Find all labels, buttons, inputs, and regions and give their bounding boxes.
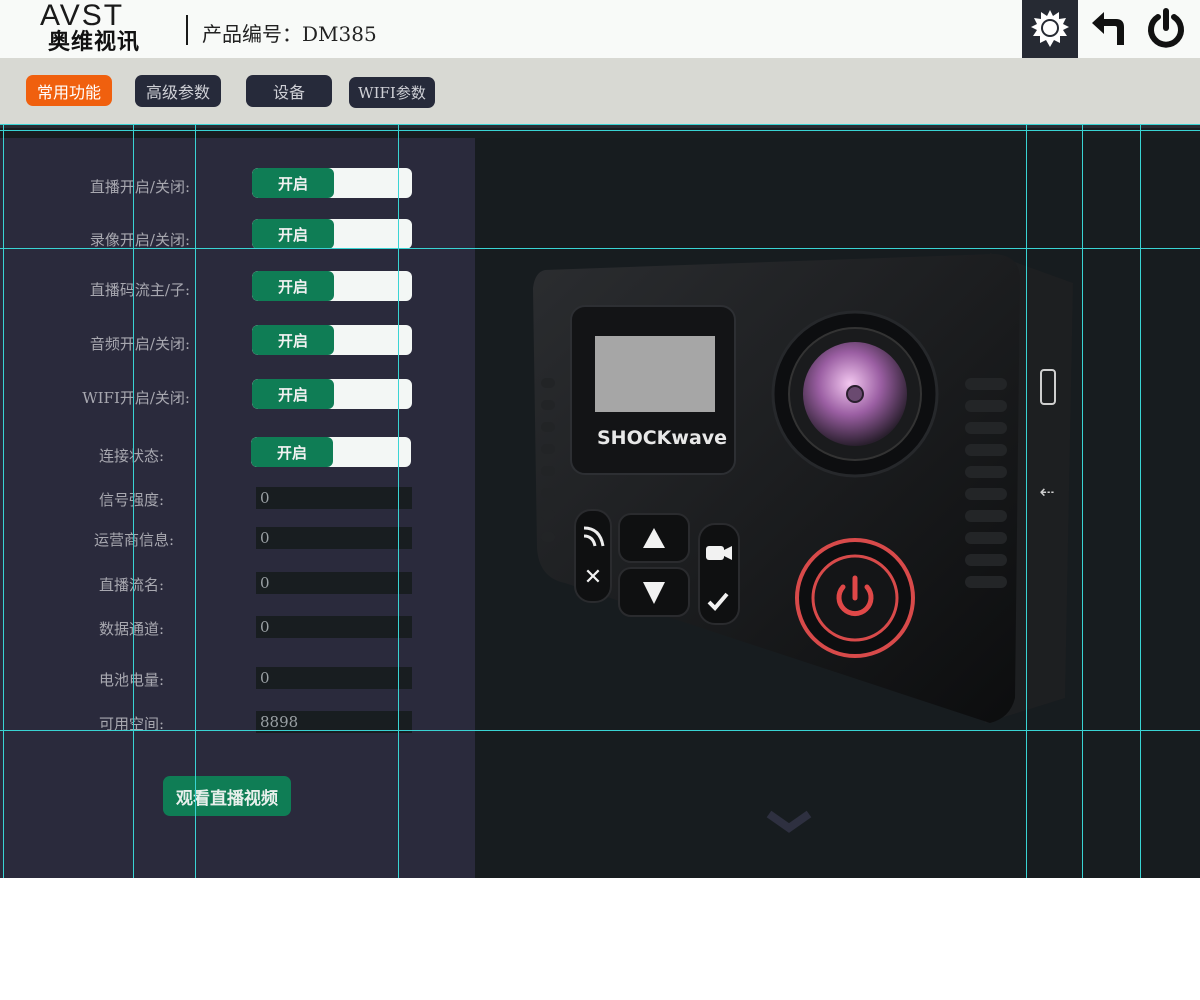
avst-logo: AVST 奥维视讯	[40, 0, 152, 56]
toggle-on-label: 开启	[252, 168, 334, 198]
guide-line	[0, 130, 1200, 131]
toggle-on-label: 开启	[252, 219, 334, 249]
field-label: 运营商信息:	[0, 529, 174, 550]
toggle-label: 录像开启/关闭:	[89, 231, 190, 249]
guide-line	[1026, 124, 1027, 878]
field-label: 数据通道:	[98, 620, 164, 638]
action-camera-image: SHOCKwave ✕ ⇠	[533, 253, 1073, 833]
field-label: 信号强度:	[98, 491, 164, 509]
camera-brand-text: SHOCKwave	[597, 427, 727, 449]
logo-text: AVST	[40, 0, 125, 32]
logo-subtext: 奥维视讯	[48, 30, 141, 55]
watch-live-button[interactable]: 观看直播视频	[163, 776, 291, 816]
signal-strength-field: 0	[256, 487, 412, 509]
product-number-label: 产品编号：DM385	[202, 22, 377, 46]
back-button[interactable]	[1080, 0, 1136, 58]
main-content: 直播开启/关闭: 开启 录像开启/关闭: 开启 直播码流主/子: 开启 音频开启…	[0, 124, 1200, 878]
guide-line	[3, 124, 4, 878]
toggle-label: 连接状态:	[98, 447, 164, 465]
guide-line	[0, 248, 1200, 249]
back-arrow-icon	[1092, 12, 1124, 45]
battery-level-field: 0	[256, 667, 412, 689]
tab-common-functions[interactable]: 常用功能	[26, 75, 112, 106]
toggle-label: WIFI开启/关闭:	[82, 389, 190, 407]
stream-name-field: 0	[256, 572, 412, 594]
guide-line	[195, 124, 196, 878]
guide-line	[0, 730, 1200, 731]
guide-line	[398, 124, 399, 878]
connection-toggle[interactable]: 开启	[251, 437, 411, 467]
live-toggle[interactable]: 开启	[252, 168, 412, 198]
record-toggle[interactable]: 开启	[252, 219, 412, 249]
audio-toggle[interactable]: 开启	[252, 325, 412, 355]
carrier-info-field: 0	[256, 527, 412, 549]
toggle-on-label: 开启	[252, 325, 334, 355]
toggle-on-label: 开启	[251, 437, 333, 467]
gear-icon	[1031, 10, 1069, 47]
tab-advanced-params[interactable]: 高级参数	[135, 75, 221, 107]
settings-button[interactable]	[1022, 0, 1078, 58]
title-divider	[186, 15, 188, 45]
field-label: 电池电量:	[98, 671, 164, 689]
app-header: AVST 奥维视讯 产品编号：DM385	[0, 0, 1200, 58]
guide-line	[133, 124, 134, 878]
toggle-on-label: 开启	[252, 379, 334, 409]
stream-toggle[interactable]: 开启	[252, 271, 412, 301]
settings-panel: 直播开启/关闭: 开启 录像开启/关闭: 开启 直播码流主/子: 开启 音频开启…	[0, 138, 475, 878]
svg-text:✕: ✕	[584, 565, 602, 590]
power-icon	[1148, 8, 1184, 48]
power-button[interactable]	[1138, 0, 1194, 58]
guide-line	[0, 124, 1200, 125]
toggle-label: 直播码流主/子:	[89, 281, 190, 299]
svg-text:⇠: ⇠	[1039, 482, 1054, 503]
field-label: 直播流名:	[98, 576, 164, 594]
toggle-label: 音频开启/关闭:	[89, 335, 190, 353]
tab-wifi-params[interactable]: WIFI参数	[349, 77, 435, 108]
toggle-on-label: 开启	[252, 271, 334, 301]
toggle-label: 直播开启/关闭:	[89, 178, 190, 196]
data-channel-field: 0	[256, 616, 412, 638]
guide-line	[1082, 124, 1083, 878]
camera-preview-panel: SHOCKwave ✕ ⇠	[475, 138, 1200, 878]
tab-device[interactable]: 设备	[246, 75, 332, 107]
tab-bar: 常用功能 高级参数 设备 WIFI参数	[0, 58, 1200, 124]
wifi-toggle[interactable]: 开启	[252, 379, 412, 409]
guide-line	[1140, 124, 1141, 878]
